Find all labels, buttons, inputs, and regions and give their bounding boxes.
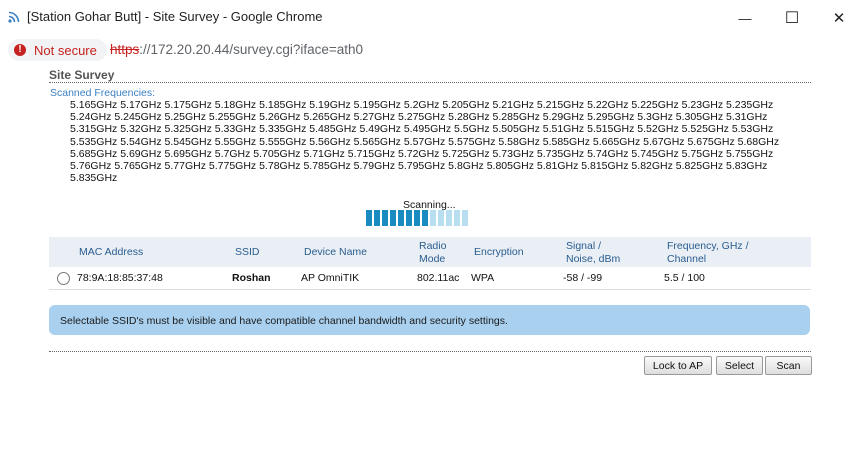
address-bar[interactable]: ! Not secure https://172.20.20.44/survey… [0,36,867,64]
progress-segment [390,210,396,226]
url-text[interactable]: https://172.20.20.44/survey.cgi?iface=at… [110,42,363,57]
security-label: Not secure [34,42,97,58]
cell-device: AP OmniTIK [301,272,360,284]
cell-radio: 802.11ac [417,272,460,284]
col-mac: MAC Address [79,246,144,258]
frequencies-list: 5.165GHz 5.17GHz 5.175GHz 5.18GHz 5.185G… [70,99,780,185]
table-row[interactable]: 78:9A:18:85:37:48 Roshan AP OmniTIK 802.… [49,267,811,290]
col-frequency-line2: Channel [667,253,707,265]
progress-segment [446,210,452,226]
survey-table: MAC Address SSID Device Name Radio Mode E… [49,237,811,290]
divider [49,82,811,83]
url-scheme: https [110,42,140,57]
col-frequency-line1: Frequency, GHz / [667,240,749,252]
window-titlebar: [Station Gohar Butt] - Site Survey - Goo… [0,0,867,37]
col-radio: Radio Mode [419,240,446,266]
progress-segment [366,210,372,226]
url-rest: ://172.20.20.44/survey.cgi?iface=ath0 [139,42,364,57]
col-encryption: Encryption [474,246,524,258]
col-radio-line1: Radio [419,240,447,252]
close-icon: ✕ [832,10,846,27]
rss-icon [8,11,20,23]
row-select-radio[interactable] [57,272,70,285]
warning-icon: ! [14,44,26,56]
col-device: Device Name [304,246,368,258]
progress-segment [382,210,388,226]
cell-frequency: 5.5 / 100 [664,272,705,284]
progress-segment [462,210,468,226]
progress-segment [422,210,428,226]
progress-segment [374,210,380,226]
info-message: Selectable SSID's must be visible and ha… [60,315,508,327]
minimize-icon: — [738,10,752,26]
select-button[interactable]: Select [716,356,763,375]
divider [49,351,811,352]
scan-progress-bar [366,210,468,226]
minimize-button[interactable]: — [730,4,760,32]
table-header: MAC Address SSID Device Name Radio Mode E… [49,237,811,267]
scan-button[interactable]: Scan [765,356,812,375]
security-chip[interactable]: ! Not secure [8,39,107,61]
cell-encryption: WPA [471,272,495,284]
col-radio-line2: Mode [419,253,446,265]
info-message-box: Selectable SSID's must be visible and ha… [49,305,810,335]
window-title: [Station Gohar Butt] - Site Survey - Goo… [27,9,323,24]
progress-segment [430,210,436,226]
progress-segment [438,210,444,226]
cell-mac: 78:9A:18:85:37:48 [77,272,163,284]
page-content: Site Survey Scanned Frequencies: 5.165GH… [0,64,867,472]
col-ssid: SSID [235,246,260,258]
col-signal: Signal / Noise, dBm [566,240,620,266]
frequencies-label: Scanned Frequencies: [50,87,156,99]
close-button[interactable]: ✕ [824,4,854,32]
progress-segment [454,210,460,226]
lock-to-ap-button[interactable]: Lock to AP [644,356,712,375]
progress-segment [406,210,412,226]
page-title: Site Survey [49,68,115,82]
cell-signal: -58 / -99 [563,272,603,284]
maximize-button[interactable]: ☐ [777,4,807,32]
col-frequency: Frequency, GHz / Channel [667,240,749,266]
col-signal-line1: Signal / [566,240,602,252]
maximize-icon: ☐ [784,10,800,27]
col-signal-line2: Noise, dBm [566,253,621,265]
progress-segment [414,210,420,226]
cell-ssid: Roshan [232,272,271,284]
progress-segment [398,210,404,226]
